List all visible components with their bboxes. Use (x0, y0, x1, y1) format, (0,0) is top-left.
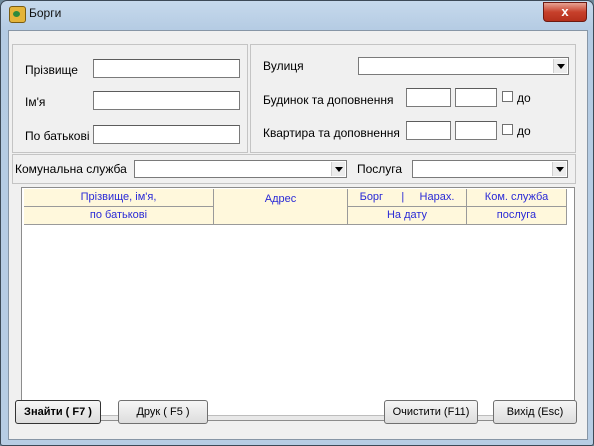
street-dropdown-icon[interactable] (553, 59, 567, 73)
header-service[interactable]: послуга (467, 207, 567, 225)
patronymic-label: По батькові (25, 129, 90, 143)
building-to-checkbox[interactable] (502, 91, 513, 102)
service-company-dropdown-icon[interactable] (331, 162, 345, 176)
header-service-company[interactable]: Ком. служба (467, 189, 567, 207)
apartment-to-label: до (517, 124, 531, 138)
building-label: Будинок та доповнення (263, 93, 394, 107)
apartment-label: Квартира та доповнення (263, 126, 400, 140)
app-icon (9, 6, 26, 23)
building-from-input[interactable] (406, 88, 451, 107)
name-label: Ім'я (25, 95, 46, 109)
building-to-input[interactable] (455, 88, 497, 107)
debts-table[interactable]: Прізвище, ім'я, по батькові Адрес Борг |… (21, 187, 575, 421)
street-select[interactable] (358, 57, 569, 75)
header-address[interactable]: Адрес (214, 189, 348, 225)
window-title: Борги (29, 6, 62, 20)
print-button[interactable]: Друк ( F5 ) (118, 400, 208, 424)
service-group: Комунальна служба Послуга (12, 154, 576, 184)
service-select[interactable] (412, 160, 568, 178)
apartment-from-input[interactable] (406, 121, 451, 140)
patronymic-input[interactable] (93, 125, 240, 144)
clear-button[interactable]: Очистити (F11) (384, 400, 478, 424)
service-label: Послуга (357, 162, 403, 176)
surname-input[interactable] (93, 59, 240, 78)
exit-button[interactable]: Вихід (Esc) (493, 400, 577, 424)
header-name-row1[interactable]: Прізвище, ім'я, (24, 189, 214, 207)
table-horizontal-scrollbar[interactable] (22, 415, 572, 420)
title-bar[interactable]: Борги x (1, 1, 593, 27)
find-button[interactable]: Знайти ( F7 ) (15, 400, 101, 424)
apartment-to-input[interactable] (455, 121, 497, 140)
building-to-label: до (517, 91, 531, 105)
client-area: Прізвище Ім'я По батькові Вулиця Будинок… (8, 30, 588, 440)
address-group: Вулиця Будинок та доповнення до Квартира… (250, 44, 576, 153)
apartment-to-checkbox[interactable] (502, 124, 513, 135)
header-debt[interactable]: Борг | Нарах. (348, 189, 467, 207)
main-window: Борги x Прізвище Ім'я По батькові Вулиця… (0, 0, 594, 446)
close-button[interactable]: x (543, 2, 587, 22)
service-company-label: Комунальна служба (15, 162, 127, 176)
street-label: Вулиця (263, 59, 304, 73)
service-dropdown-icon[interactable] (552, 162, 566, 176)
person-group: Прізвище Ім'я По батькові (12, 44, 248, 153)
service-company-select[interactable] (134, 160, 347, 178)
surname-label: Прізвище (25, 63, 78, 77)
header-as-of-date[interactable]: На дату (348, 207, 467, 225)
header-name-row2[interactable]: по батькові (24, 207, 214, 225)
name-input[interactable] (93, 91, 240, 110)
